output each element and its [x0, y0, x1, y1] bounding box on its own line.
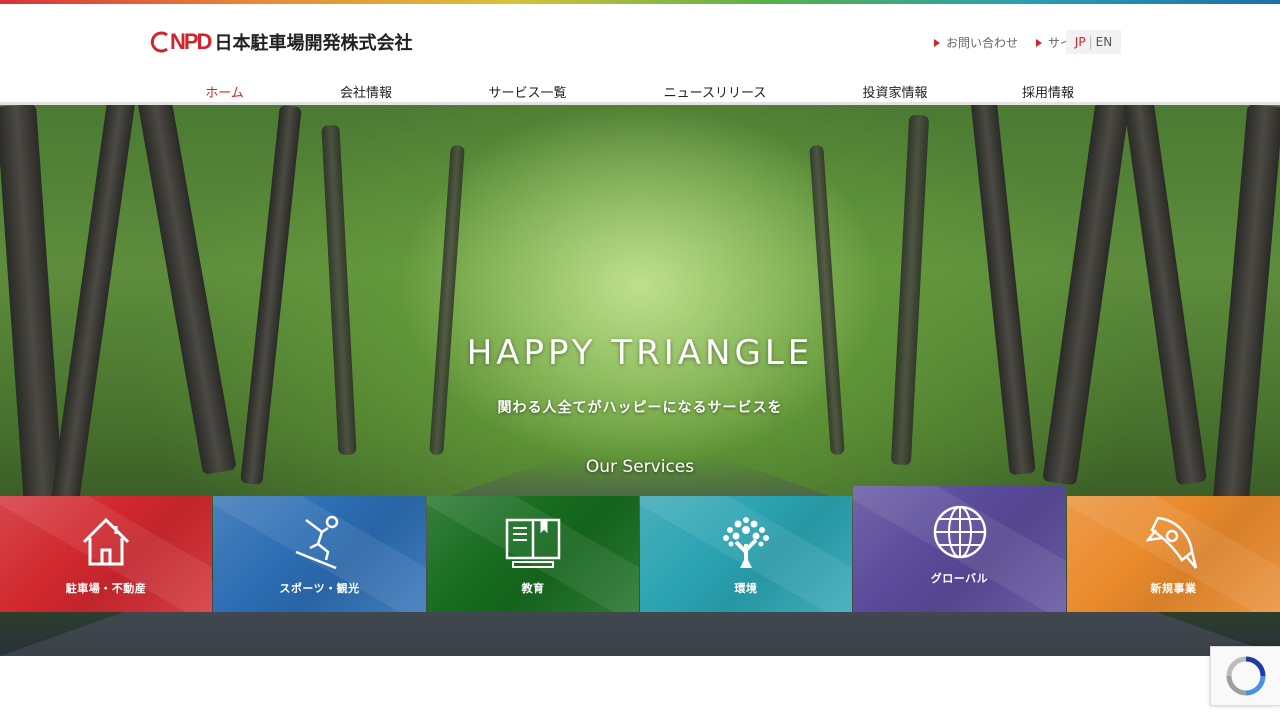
- logo-c-icon: [150, 31, 168, 53]
- book-icon: [505, 518, 561, 568]
- skier-icon: [295, 515, 338, 570]
- service-tile-parking[interactable]: 駐車場・不動産: [0, 496, 212, 612]
- service-label: 環境: [734, 582, 758, 595]
- tree-trunk: [1212, 105, 1280, 506]
- tree-trunk: [1123, 105, 1207, 486]
- tree-trunk: [970, 105, 1036, 476]
- contact-link-label: お問い合わせ: [945, 36, 1018, 50]
- service-tiles: 駐車場・不動産 スポーツ・観光 教育 環境 グローバル 新規事業: [0, 486, 1280, 612]
- npd-logo-mark: NPD: [150, 29, 212, 54]
- lang-en-link[interactable]: EN: [1096, 35, 1113, 49]
- service-label: 新規事業: [1150, 582, 1197, 595]
- company-name: 日本駐車場開発株式会社: [214, 33, 413, 54]
- globe-icon: [933, 505, 986, 559]
- rocket-icon: [1145, 516, 1197, 569]
- tree-icon: [723, 517, 769, 568]
- lang-separator: |: [1088, 35, 1093, 49]
- lang-jp-link[interactable]: JP: [1075, 35, 1086, 49]
- hero-subtitle: 関わる人全てがハッピーになるサービスを: [497, 400, 783, 416]
- tree-trunk: [1042, 105, 1132, 486]
- tree-trunk: [240, 105, 302, 486]
- service-tile-education[interactable]: 教育: [427, 496, 639, 612]
- tree-trunk: [0, 105, 64, 506]
- triangle-arrow-icon: [933, 38, 940, 47]
- our-services-heading: Our Services: [585, 457, 695, 477]
- triangle-arrow-icon: [1035, 38, 1042, 47]
- service-tile-global[interactable]: グローバル: [853, 486, 1066, 612]
- logo-mark-text: NPD: [170, 29, 212, 54]
- tree-trunk: [50, 105, 138, 505]
- site-header: NPD 日本駐車場開発株式会社 お問い合わせ サイトマップ JP | EN ホー…: [0, 4, 1280, 108]
- service-tile-environment[interactable]: 環境: [640, 496, 852, 612]
- company-logo[interactable]: NPD 日本駐車場開発株式会社: [150, 29, 413, 54]
- recaptcha-badge[interactable]: [1210, 646, 1280, 706]
- service-label: グローバル: [930, 572, 989, 585]
- service-label: 駐車場・不動産: [65, 582, 147, 595]
- service-tile-sports[interactable]: スポーツ・観光: [213, 496, 426, 612]
- house-icon: [82, 517, 130, 566]
- service-label: スポーツ・観光: [279, 582, 360, 595]
- hero-title: HAPPY TRIANGLE: [466, 333, 814, 373]
- recaptcha-icon: [1226, 656, 1265, 696]
- service-label: 教育: [521, 582, 545, 595]
- tree-trunk: [137, 105, 237, 476]
- language-switcher: JP | EN: [1066, 30, 1121, 54]
- contact-link[interactable]: お問い合わせ: [933, 34, 1018, 51]
- service-tile-new-business[interactable]: 新規事業: [1067, 496, 1280, 612]
